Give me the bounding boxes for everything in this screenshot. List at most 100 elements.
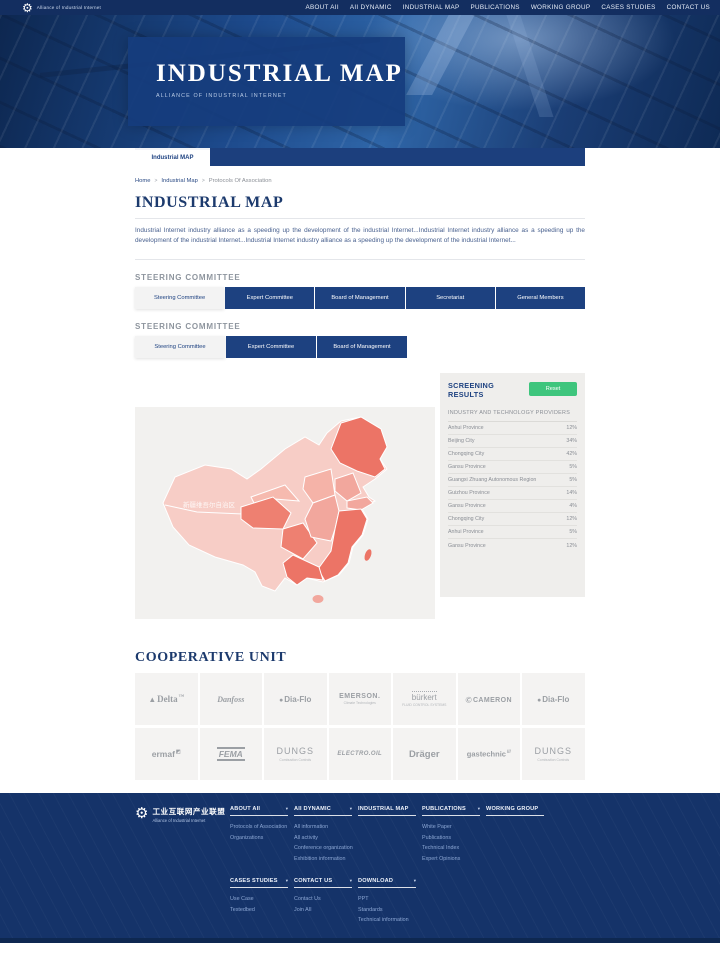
footer-col-header-industrial-map[interactable]: INDUSTRIAL MAP <box>358 806 416 816</box>
screening-row[interactable]: Anhui Province5% <box>448 526 577 539</box>
nav-item-industrial-map[interactable]: INDUSTRIAL MAP <box>403 4 460 11</box>
footer-link-technical-information[interactable]: Technical information <box>358 915 416 926</box>
footer-col-download: DOWNLOAD▾ PPTStandardsTechnical informati… <box>358 878 416 926</box>
footer-link-standards[interactable]: Standards <box>358 905 416 916</box>
committee-heading: STEERING COMMITTEE <box>135 322 585 331</box>
footer-link-white-paper[interactable]: White Paper <box>422 822 480 833</box>
logo-tagline: Climate Technologies <box>344 701 376 705</box>
footer-link-testedbed[interactable]: Testedbed <box>230 905 288 916</box>
footer-link-use-case[interactable]: Use Case <box>230 894 288 905</box>
logo-mark-icon: ◩ <box>176 749 181 755</box>
footer-col-header-contact-us[interactable]: CONTACT US▾ <box>294 878 352 888</box>
footer-col-header-publications[interactable]: PUBLICATIONS▾ <box>422 806 480 816</box>
gear-logo-icon: ⚙ <box>22 2 33 14</box>
screening-row[interactable]: Gansu Province5% <box>448 461 577 474</box>
partner-logo-draeger[interactable]: Dräger <box>393 728 456 780</box>
footer-link-ppt[interactable]: PPT <box>358 894 416 905</box>
footer-col-industrial-map: INDUSTRIAL MAP <box>358 806 416 864</box>
partner-logo-danfoss[interactable]: Danfoss <box>200 673 263 725</box>
tab-expert-committee[interactable]: Expert Committee <box>225 287 314 309</box>
partner-logo-fema[interactable]: FEMA <box>200 728 263 780</box>
footer-col-header-cases-studies[interactable]: CASES STUDIES▾ <box>230 878 288 888</box>
partner-logo-ermaf[interactable]: ermaf◩ <box>135 728 198 780</box>
chevron-down-icon: ▾ <box>350 878 352 884</box>
partner-logo-diaflo[interactable]: ●Dia-Flo <box>264 673 327 725</box>
screening-row[interactable]: Beijing City34% <box>448 435 577 448</box>
logo-wordmark: Dräger <box>409 749 440 760</box>
screening-row[interactable]: Chongqing City12% <box>448 513 577 526</box>
tab-industrial-map[interactable]: Industrial MAP <box>135 148 210 166</box>
screening-row[interactable]: Gansu Province4% <box>448 500 577 513</box>
province-hainan <box>313 595 324 603</box>
tab-steering-committee[interactable]: Steering Committee <box>135 287 224 309</box>
screening-row[interactable]: Anhui Province12% <box>448 422 577 435</box>
tab-general-members[interactable]: General Members <box>496 287 585 309</box>
screening-subtitle: INDUSTRY AND TECHNOLOGY PROVIDERS <box>448 410 577 422</box>
footer-link-join-aii[interactable]: Join AII <box>294 905 352 916</box>
footer-link-conference-organization[interactable]: Conference organization <box>294 843 352 854</box>
logo-text: ▲Delta™ <box>149 694 184 704</box>
province-taiwan <box>363 548 373 561</box>
tab-expert-committee[interactable]: Expert Committee <box>226 336 316 358</box>
footer-link-protocols-of-association[interactable]: Protocols of Association <box>230 822 288 833</box>
partner-logo-dungs[interactable]: DUNGSCombustion Controls <box>522 728 585 780</box>
tab-steering-committee[interactable]: Steering Committee <box>135 336 225 358</box>
committee-tab-row: Steering CommitteeExpert CommitteeBoard … <box>135 336 585 358</box>
tab-board-of-management[interactable]: Board of Management <box>315 287 404 309</box>
hero-photo-beam <box>406 15 480 95</box>
tab-board-of-management[interactable]: Board of Management <box>317 336 407 358</box>
breadcrumb-home[interactable]: Home <box>135 178 150 184</box>
screening-row-name: Chongqing City <box>448 451 484 457</box>
nav-item-contact-us[interactable]: CONTACT US <box>667 4 710 11</box>
footer-link-expert-opinions[interactable]: Expert Opinions <box>422 854 480 865</box>
footer-link-all-information[interactable]: All information <box>294 822 352 833</box>
footer-col-label: ABOUT AII <box>230 806 260 812</box>
site-logo[interactable]: ⚙ Alliance of Industrial Internet <box>22 2 101 14</box>
logo-text: ELECTRO.OIL <box>337 751 382 757</box>
footer-col-header-aii-dynamic[interactable]: AII DYNAMIC▾ <box>294 806 352 816</box>
industrial-map-page: ⚙ Alliance of Industrial Internet ABOUT … <box>0 0 720 960</box>
logo-wordmark: gastechnic <box>467 750 506 759</box>
partner-logo-burkert[interactable]: bürkertFLUID CONTROL SYSTEMS <box>393 673 456 725</box>
logo-text: ●Dia-Flo <box>279 695 311 704</box>
screening-row[interactable]: Chongqing City42% <box>448 448 577 461</box>
partner-logo-delta[interactable]: ▲Delta™ <box>135 673 198 725</box>
partner-logo-electrooil[interactable]: ELECTRO.OIL <box>329 728 392 780</box>
footer-link-organizations[interactable]: Organizations <box>230 833 288 844</box>
footer-col-header-download[interactable]: DOWNLOAD▾ <box>358 878 416 888</box>
nav-item-working-group[interactable]: WORKING GROUP <box>531 4 591 11</box>
logo-grid-row: ermaf◩ FEMA DUNGSCombustion Controls ELECTR… <box>135 728 585 780</box>
nav-item-publications[interactable]: PUBLICATIONS <box>470 4 519 11</box>
screening-row[interactable]: Gansu Province12% <box>448 539 577 552</box>
logo-glyph-icon: ● <box>279 697 283 704</box>
footer-col-links: Protocols of AssociationOrganizations <box>230 822 288 843</box>
partner-logo-emerson[interactable]: EMERSON.Climate Technologies <box>329 673 392 725</box>
tab-secretariat[interactable]: Secretariat <box>406 287 495 309</box>
footer-link-contact-us[interactable]: Contact Us <box>294 894 352 905</box>
logo-text: FEMA <box>217 747 245 761</box>
nav-item-about-aii[interactable]: ABOUT AII <box>305 4 338 11</box>
footer-link-publications[interactable]: Publications <box>422 833 480 844</box>
footer-link-technical-index[interactable]: Technical Index <box>422 843 480 854</box>
footer-col-links: Contact UsJoin AII <box>294 894 352 915</box>
footer-link-exhibition-information[interactable]: Exhibition information <box>294 854 352 865</box>
footer-col-working-group: WORKING GROUP <box>486 806 544 864</box>
screening-row[interactable]: Guizhou Province14% <box>448 487 577 500</box>
section-tabstrip: Industrial MAP <box>0 148 720 166</box>
partner-logo-dungs[interactable]: DUNGSCombustion Controls <box>264 728 327 780</box>
footer-logo[interactable]: ⚙ 工业互联网产业联盟 Alliance of Industrial Inter… <box>135 806 230 864</box>
map-section: 新疆维吾尔自治区 SCREENING RESULTS Reset INDUSTR… <box>135 373 585 619</box>
nav-item-cases-studies[interactable]: CASES STUDIES <box>601 4 655 11</box>
footer-col-header-working-group[interactable]: WORKING GROUP <box>486 806 544 816</box>
footer-col-header-about-aii[interactable]: ABOUT AII▾ <box>230 806 288 816</box>
partner-logo-gastechnic[interactable]: gastechnic/// <box>458 728 521 780</box>
china-choropleth-map[interactable]: 新疆维吾尔自治区 <box>135 407 435 619</box>
screening-row-value: 5% <box>569 477 577 483</box>
reset-button[interactable]: Reset <box>529 382 577 396</box>
breadcrumb-industrial-map[interactable]: Industrial Map <box>161 178 197 184</box>
screening-row[interactable]: Guangxi Zhuang Autonomous Region5% <box>448 474 577 487</box>
footer-link-all-activity[interactable]: All activity <box>294 833 352 844</box>
partner-logo-diaflo[interactable]: ●Dia-Flo <box>522 673 585 725</box>
nav-item-aii-dynamic[interactable]: AII DYNAMIC <box>350 4 392 11</box>
partner-logo-cameron[interactable]: ⒸCAMERON <box>458 673 521 725</box>
